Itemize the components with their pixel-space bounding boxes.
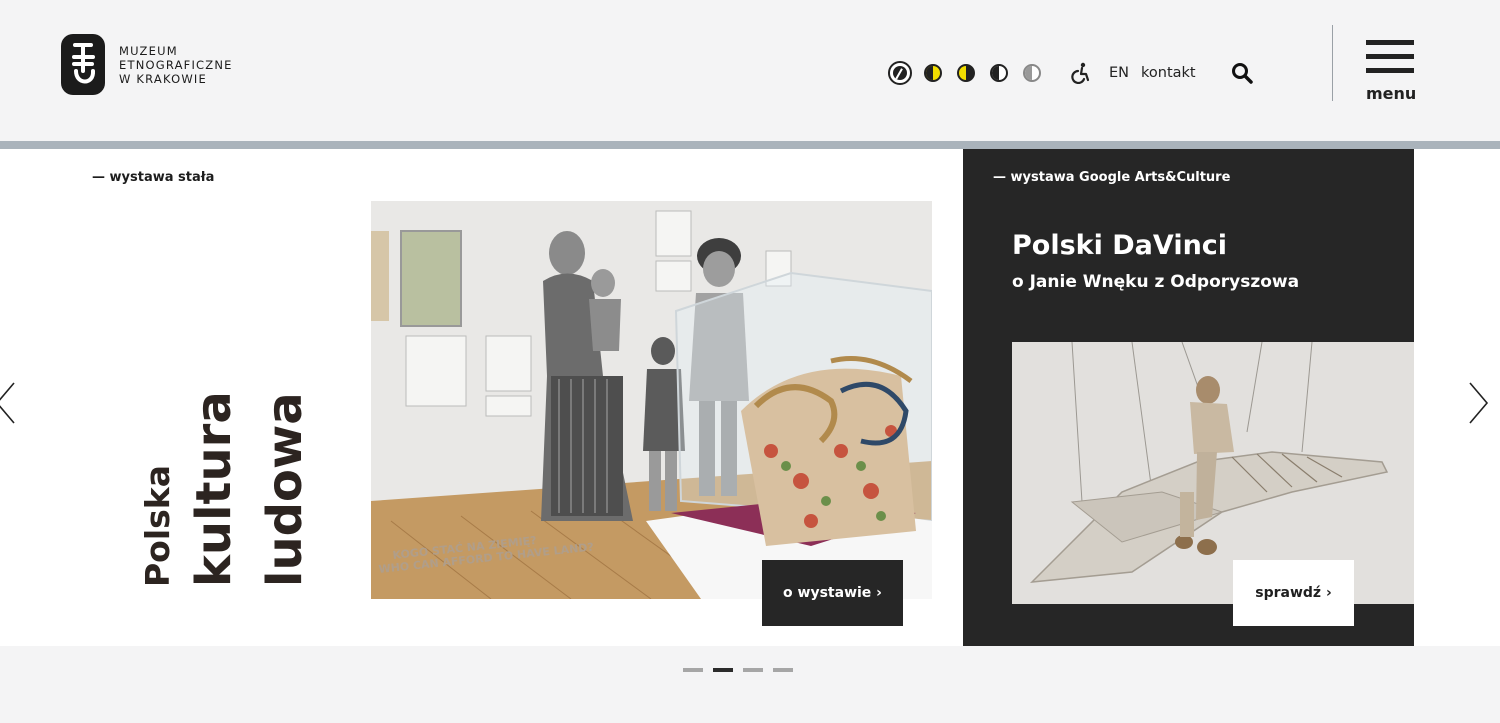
- exhibition-title-line: Polska: [138, 464, 177, 587]
- logo-text: MUZEUM ETNOGRAFICZNE W KRAKOWIE: [119, 44, 233, 86]
- contrast-yellow-black-icon[interactable]: [924, 64, 942, 82]
- menu-label: menu: [1366, 84, 1417, 103]
- contrast-gray-icon[interactable]: [1023, 64, 1041, 82]
- pagination-dot[interactable]: [773, 668, 793, 672]
- contrast-black-white-icon[interactable]: [990, 64, 1008, 82]
- contrast-black-yellow-icon[interactable]: [957, 64, 975, 82]
- google-arts-panel: — wystawa Google Arts&Culture Polski DaV…: [963, 149, 1414, 646]
- pagination-dot-active[interactable]: [713, 668, 733, 672]
- hamburger-icon: [1366, 68, 1414, 73]
- site-header: MUZEUM ETNOGRAFICZNE W KRAKOWIE EN konta…: [0, 0, 1500, 141]
- chevron-left-icon[interactable]: [0, 381, 16, 425]
- accessibility-icon[interactable]: [1070, 62, 1092, 84]
- hamburger-icon: [1366, 40, 1414, 45]
- exhibition-photo: KOGO STAĆ NA ZIEMIĘ? WHO CAN AFFORD TO H…: [371, 201, 932, 599]
- logo-line: ETNOGRAFICZNE: [119, 57, 233, 72]
- exhibition-title-line: kultura: [186, 391, 242, 587]
- slider-pagination: [683, 668, 803, 672]
- hamburger-icon: [1366, 54, 1414, 59]
- menu-button[interactable]: menu: [1366, 40, 1417, 103]
- pagination-dot[interactable]: [743, 668, 763, 672]
- hero-slider: — wystawa stała Polska kultura ludowa KO…: [0, 149, 1500, 646]
- exhibition-kicker: — wystawa Google Arts&Culture: [993, 170, 1231, 185]
- logo-line: MUZEUM: [119, 43, 178, 58]
- language-switch-link[interactable]: EN: [1109, 65, 1129, 81]
- check-button[interactable]: sprawdź ›: [1233, 560, 1354, 626]
- panel-subtitle: o Janie Wnęku z Odporyszowa: [1012, 272, 1300, 292]
- logo-line: W KRAKOWIE: [119, 71, 207, 86]
- accessibility-toolbar: EN kontakt: [888, 60, 1253, 86]
- exhibition-title-line: ludowa: [257, 392, 313, 587]
- exhibition-kicker: — wystawa stała: [92, 170, 215, 185]
- header-divider: [0, 141, 1500, 149]
- panel-title: Polski DaVinci: [1012, 230, 1228, 261]
- logo-mark-icon: [61, 34, 105, 95]
- about-exhibition-button[interactable]: o wystawie ›: [762, 560, 903, 626]
- contrast-default-icon[interactable]: [888, 61, 912, 85]
- search-icon[interactable]: [1231, 62, 1253, 84]
- header-separator: [1332, 25, 1333, 101]
- pagination-dot[interactable]: [683, 668, 703, 672]
- contact-link[interactable]: kontakt: [1141, 65, 1196, 81]
- museum-logo[interactable]: MUZEUM ETNOGRAFICZNE W KRAKOWIE: [60, 33, 233, 96]
- chevron-right-icon[interactable]: [1468, 381, 1490, 425]
